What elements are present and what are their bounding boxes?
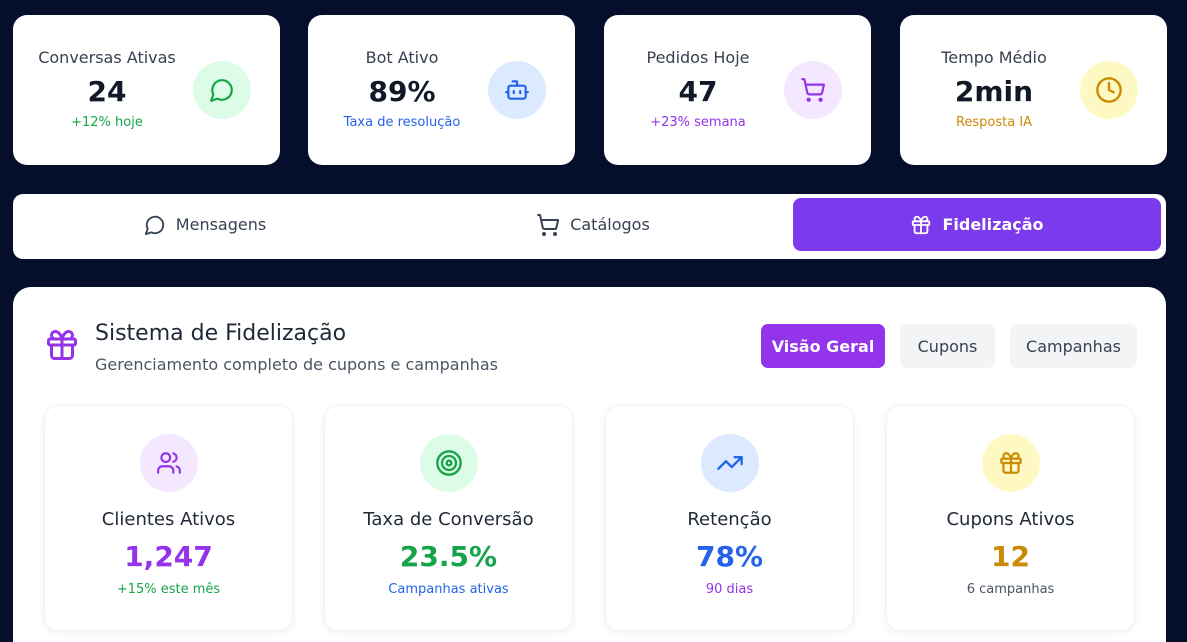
stat-value: 78% [695, 540, 764, 573]
kpi-sub: +23% semana [650, 115, 746, 130]
tab-label: Mensagens [175, 215, 267, 234]
kpi-title: Pedidos Hoje [646, 48, 750, 67]
kpi-sub: Resposta IA [955, 115, 1033, 130]
segment-cupons[interactable]: Cupons [900, 324, 995, 368]
trending-up-icon [700, 434, 759, 492]
tab-label: Fidelização [942, 215, 1044, 234]
stat-title: Taxa de Conversão [363, 509, 534, 530]
panel-subtitle: Gerenciamento completo de cupons e campa… [95, 355, 499, 374]
kpi-sub: Taxa de resolução [343, 115, 461, 130]
stat-value: 1,247 [124, 540, 213, 573]
stat-sub: Campanhas ativas [388, 582, 509, 597]
stat-value: 23.5% [399, 540, 498, 573]
kpi-title: Conversas Ativas [38, 48, 176, 67]
stat-card-retencao: Retenção 78% 90 dias [605, 405, 854, 631]
stat-card-taxa-de-conversao: Taxa de Conversão 23.5% Campanhas ativas [324, 405, 573, 631]
kpi-value: 89% [368, 75, 436, 108]
loyalty-panel: Sistema de Fidelização Gerenciamento com… [13, 287, 1166, 642]
shopping-cart-icon [536, 213, 560, 237]
tab-label: Catálogos [570, 215, 650, 234]
target-icon [419, 434, 478, 492]
tab-catalogos[interactable]: Catálogos [405, 198, 781, 251]
kpi-card-conversas-ativas: Conversas Ativas 24 +12% hoje [13, 15, 280, 165]
panel-title: Sistema de Fidelização [95, 321, 347, 346]
stat-title: Cupons Ativos [946, 509, 1075, 530]
stat-sub: 6 campanhas [966, 582, 1055, 597]
stat-sub: +15% este mês [116, 582, 221, 597]
kpi-value: 24 [87, 75, 127, 108]
kpi-title: Bot Ativo [365, 48, 439, 67]
message-circle-icon [144, 214, 166, 236]
segment-visao-geral[interactable]: Visão Geral [761, 324, 885, 368]
gift-icon [44, 327, 80, 367]
message-circle-icon [193, 61, 251, 119]
stat-value: 12 [991, 540, 1030, 573]
tab-mensagens[interactable]: Mensagens [17, 198, 393, 251]
shopping-cart-icon [784, 61, 842, 119]
main-tabs: Mensagens Catálogos Fidelização [13, 194, 1166, 259]
stat-card-clientes-ativos: Clientes Ativos 1,247 +15% este mês [44, 405, 293, 631]
gift-icon [910, 214, 932, 236]
stat-title: Clientes Ativos [101, 509, 236, 530]
kpi-value: 2min [954, 75, 1034, 108]
clock-icon [1080, 61, 1138, 119]
kpi-card-tempo-medio: Tempo Médio 2min Resposta IA [900, 15, 1167, 165]
users-icon [139, 434, 198, 492]
kpi-title: Tempo Médio [941, 48, 1047, 67]
stat-card-cupons-ativos: Cupons Ativos 12 6 campanhas [886, 405, 1135, 631]
tab-fidelizacao[interactable]: Fidelização [793, 198, 1161, 251]
segment-campanhas[interactable]: Campanhas [1010, 324, 1137, 368]
gift-icon [981, 434, 1040, 492]
kpi-value: 47 [678, 75, 718, 108]
bot-icon [488, 61, 546, 119]
kpi-card-bot-ativo: Bot Ativo 89% Taxa de resolução [308, 15, 575, 165]
stat-sub: 90 dias [705, 582, 754, 597]
kpi-card-pedidos-hoje: Pedidos Hoje 47 +23% semana [604, 15, 871, 165]
kpi-sub: +12% hoje [71, 115, 143, 130]
stat-title: Retenção [687, 509, 772, 530]
